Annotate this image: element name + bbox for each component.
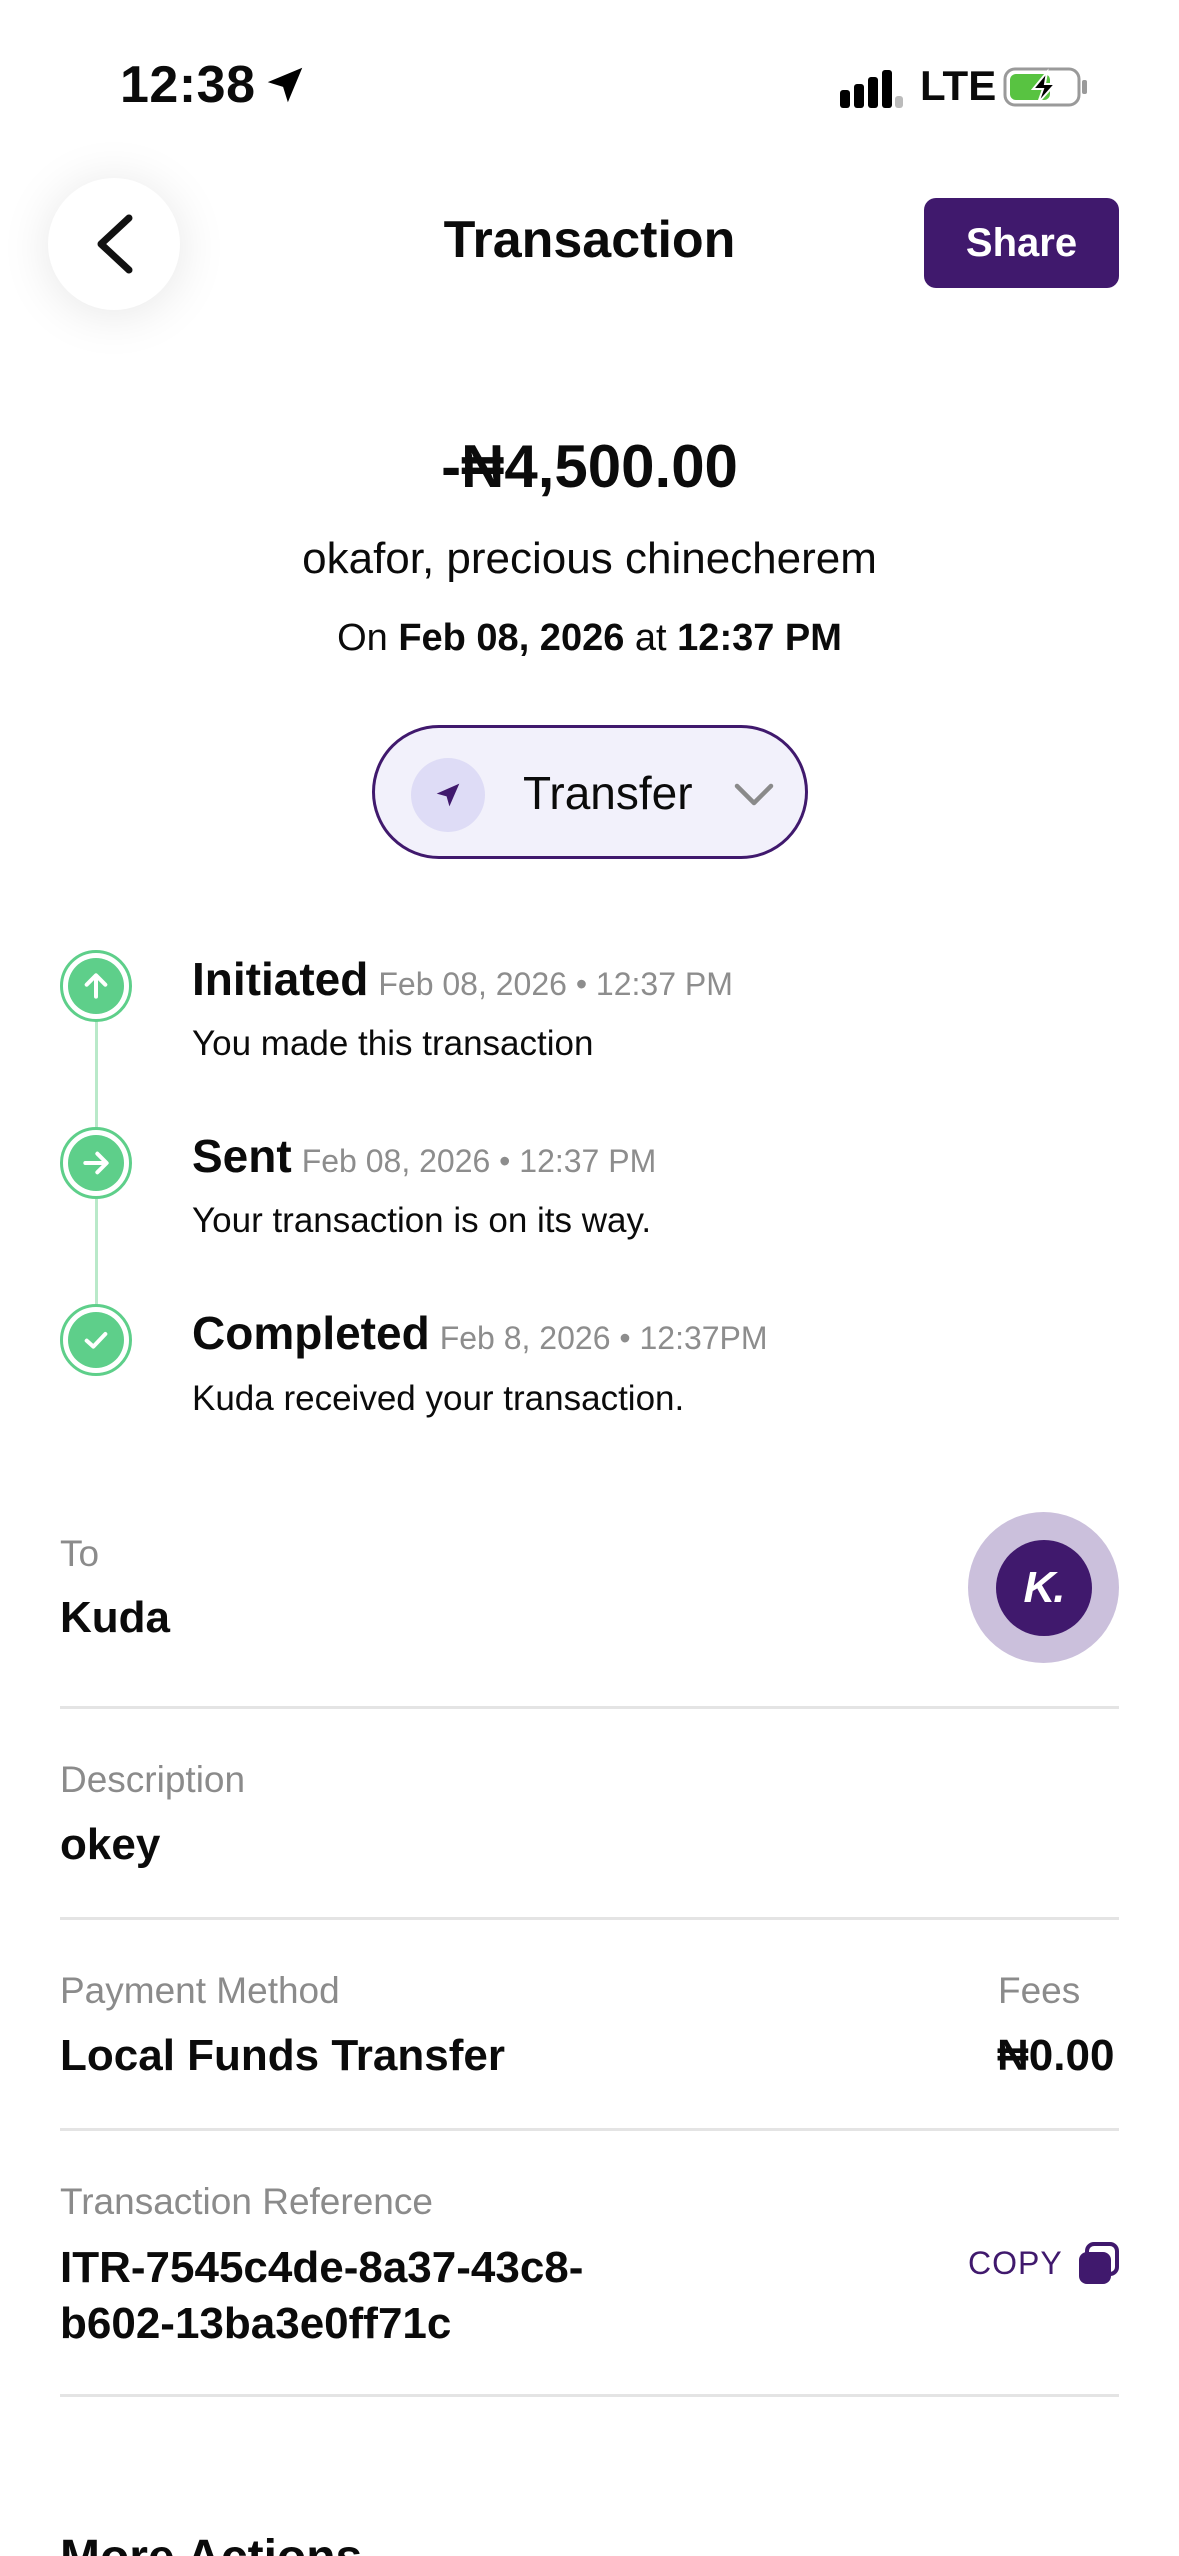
description-value: okey (60, 1820, 161, 1869)
transaction-time: 12:37 PM (677, 617, 842, 659)
signal-icon (840, 70, 903, 108)
step-completed-time: Feb 8, 2026 • 12:37PM (439, 1320, 768, 1356)
reference-value-line2: b602-13ba3e0ff71c (60, 2299, 452, 2348)
timeline-step-title: Initiated Feb 08, 2026 • 12:37 PM (192, 952, 733, 1006)
step-completed-desc: Kuda received your transaction. (192, 1379, 685, 1418)
to-value: Kuda (60, 1593, 170, 1642)
step-initiated-time: Feb 08, 2026 • 12:37 PM (378, 966, 733, 1002)
divider (60, 1706, 1119, 1709)
payment-method-label: Payment Method (60, 1970, 340, 2011)
chevron-down-icon (734, 783, 774, 806)
reference-value-line1: ITR-7545c4de-8a37-43c8- (60, 2243, 584, 2292)
status-time: 12:38 (120, 56, 256, 114)
transaction-datetime: On Feb 08, 2026 at 12:37 PM (0, 617, 1179, 660)
recipient-name: okafor, precious chinecherem (302, 534, 877, 583)
date-mid: at (624, 617, 678, 659)
fees-label: Fees (998, 1970, 1081, 2011)
transaction-type-dropdown[interactable]: Transfer (372, 725, 808, 859)
kuda-logo-icon: K. (995, 1539, 1092, 1636)
divider (60, 2394, 1119, 2397)
status-bar: 12:38 LTE (0, 0, 1179, 150)
to-label: To (60, 1533, 100, 1574)
send-arrow-icon (411, 758, 485, 832)
step-initiated-desc: You made this transaction (192, 1024, 594, 1063)
checkmark-icon (84, 1332, 108, 1349)
arrow-right-icon (83, 1151, 109, 1175)
copy-reference-button[interactable]: COPY (968, 2240, 1121, 2286)
date-prefix: On (337, 617, 399, 659)
copy-icon (1078, 2242, 1119, 2284)
timeline-step-title: Completed Feb 8, 2026 • 12:37PM (192, 1306, 768, 1360)
reference-label: Transaction Reference (60, 2181, 433, 2222)
completed-status-icon (60, 1304, 132, 1376)
transaction-amount: -₦4,500.00 (441, 433, 738, 500)
transaction-date: Feb 08, 2026 (398, 617, 625, 659)
step-completed-title: Completed (192, 1307, 430, 1359)
step-sent-title: Sent (192, 1130, 292, 1182)
more-actions-heading: More Actions (60, 2530, 362, 2556)
divider (60, 1917, 1119, 1920)
network-label: LTE (920, 62, 997, 109)
timeline-step-title: Sent Feb 08, 2026 • 12:37 PM (192, 1129, 656, 1183)
sent-status-icon (60, 1127, 132, 1199)
transaction-type-label: Transfer (523, 767, 693, 819)
step-sent-time: Feb 08, 2026 • 12:37 PM (301, 1143, 657, 1179)
divider (60, 2128, 1119, 2131)
step-initiated-title: Initiated (192, 953, 369, 1005)
bank-logo: K. (968, 1512, 1119, 1663)
arrow-up-icon (84, 973, 108, 999)
share-button[interactable]: Share (924, 198, 1119, 288)
battery-charging-icon (1003, 67, 1087, 107)
location-arrow-icon (267, 67, 303, 103)
step-sent-desc: Your transaction is on its way. (192, 1201, 652, 1240)
fees-value: ₦0.00 (997, 2031, 1115, 2080)
initiated-status-icon (60, 950, 132, 1022)
payment-method-value: Local Funds Transfer (60, 2031, 505, 2080)
copy-label: COPY (968, 2244, 1063, 2281)
description-label: Description (60, 1759, 246, 1800)
